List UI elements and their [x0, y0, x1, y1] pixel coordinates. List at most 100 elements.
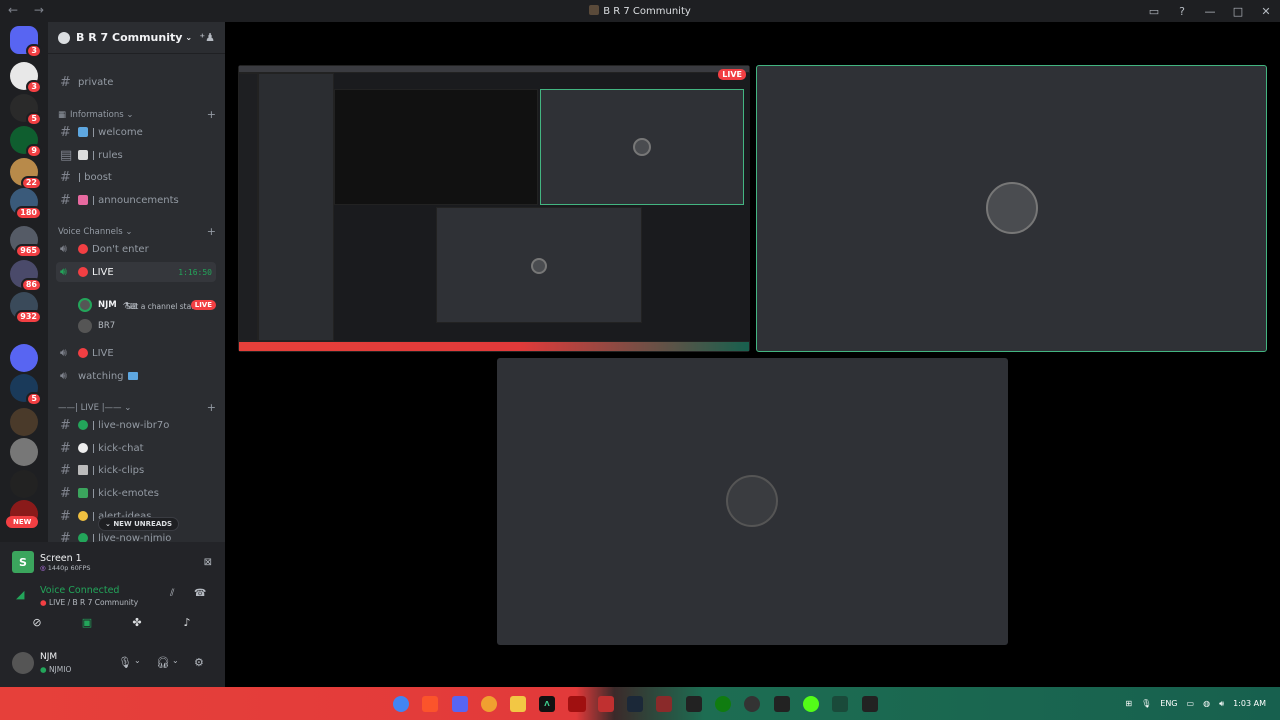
voicemeeter-icon[interactable] [568, 696, 586, 712]
steam-icon[interactable] [627, 696, 643, 712]
screen-share-button[interactable]: ▣ [75, 616, 99, 636]
server-icon-folder[interactable] [10, 344, 38, 372]
microphone-icon[interactable]: 🎙︎ [118, 656, 132, 669]
add-channel-icon[interactable]: + [207, 108, 216, 121]
mention-badge: 3 [26, 44, 42, 58]
channel-welcome[interactable]: # ǀ welcome [56, 122, 216, 142]
mention-badge: 5 [26, 112, 42, 126]
server-icon-discord-home[interactable]: 3 [10, 26, 42, 58]
server-icon-server-5[interactable]: 180 [10, 188, 42, 220]
guild-header[interactable]: B R 7 Community ⌄ ⁺♟ [48, 22, 225, 54]
server-icon-server-6[interactable]: 965 [10, 226, 42, 258]
network-icon[interactable]: ◍ [1203, 699, 1210, 708]
title-bar: ← → B R 7 Community ▭ ? — □ ✕ [0, 0, 1280, 22]
user-panel: NJM ● NJMIO 🎙︎ ⌄ 🎧︎ ⌄ ⚙ [10, 650, 215, 678]
kick-icon[interactable] [803, 696, 819, 712]
category-informations[interactable]: ▦ Informations ⌄ + [58, 108, 216, 121]
folder-icon[interactable] [510, 696, 526, 712]
brave-icon[interactable] [422, 696, 438, 712]
channel-announcements[interactable]: # ǀ announcements [56, 190, 216, 210]
channel-kick-emotes[interactable]: # ǀ kick-emotes [56, 483, 216, 503]
app-icon[interactable] [656, 696, 672, 712]
headphones-icon[interactable]: 🎧︎ [156, 656, 170, 669]
activities-icon[interactable]: ✤ [125, 616, 149, 636]
new-unreads-pill[interactable]: ⌄ NEW UNREADS [98, 517, 180, 531]
disconnect-icon[interactable]: ☎ [194, 588, 206, 599]
new-pill[interactable]: NEW [6, 516, 39, 528]
category-live[interactable]: ——| LIVE |—— ⌄ + [58, 401, 216, 414]
avatar [78, 298, 92, 312]
green-circle-icon [78, 420, 88, 430]
app-icon[interactable]: Λ [539, 696, 555, 712]
channel-kick-chat[interactable]: # ǀ kick-chat [56, 438, 216, 458]
stream-tile-participant-2[interactable] [497, 358, 1008, 645]
noise-suppression-icon[interactable]: ⫽ [170, 588, 174, 599]
server-icon-server-11[interactable] [10, 438, 38, 466]
avatar[interactable] [12, 652, 34, 674]
obs-icon[interactable] [744, 696, 760, 712]
grid-icon[interactable]: ⊞ [1125, 699, 1132, 708]
channel-boost[interactable]: # ǀ boost [56, 167, 216, 187]
volume-icon[interactable]: 🔊︎ [1219, 699, 1224, 709]
server-icon-server-4[interactable]: 22 [10, 158, 42, 190]
stream-tile-participant[interactable] [756, 65, 1267, 352]
camera-icon [78, 465, 88, 475]
nested-taskbar [238, 341, 750, 352]
discord-icon[interactable] [452, 696, 468, 712]
chevron-down-icon[interactable]: ⌄ [172, 656, 179, 665]
minimize-button[interactable]: — [1196, 0, 1224, 22]
speech-bubble-icon [78, 443, 88, 453]
app-icon[interactable] [774, 696, 790, 712]
server-icon-server-lsh[interactable]: 3 [10, 62, 42, 94]
voice-user-br7[interactable]: BR7 [78, 316, 216, 336]
voice-watching[interactable]: 🔊︎ watching [56, 366, 216, 386]
settings-gear-icon[interactable]: ⚙ [194, 656, 204, 669]
server-icon-server-v[interactable]: 5 [10, 374, 42, 406]
live-badge: LIVE [718, 69, 746, 80]
stop-stream-button[interactable]: ⊠ [204, 557, 212, 568]
voice-live-2[interactable]: 🔊︎ LIVE [56, 343, 216, 363]
chevron-down-icon[interactable]: ⌄ [134, 656, 141, 665]
language-indicator[interactable]: ENG [1160, 699, 1177, 708]
add-channel-icon[interactable]: + [207, 401, 216, 414]
server-icon-server-8[interactable]: 932 [10, 292, 42, 324]
category-voice[interactable]: Voice Channels ⌄ + [58, 225, 216, 238]
app-icon[interactable] [832, 696, 848, 712]
mention-badge: 5 [26, 392, 42, 406]
app-icon[interactable] [862, 696, 878, 712]
camera-off-icon[interactable]: ⊘ [25, 616, 49, 636]
xbox-icon[interactable] [715, 696, 731, 712]
channel-live-now[interactable]: # ǀ live-now-ibr7o [56, 415, 216, 435]
chrome-icon[interactable] [393, 696, 409, 712]
inbox-icon[interactable]: ▭ [1140, 0, 1168, 22]
close-button[interactable]: ✕ [1252, 0, 1280, 22]
nested-title-bar [238, 65, 750, 73]
hash-icon: # [60, 192, 71, 208]
server-icon-server-oan[interactable]: 5 [10, 94, 42, 126]
voice-live[interactable]: 🔊︎ LIVE 1:16:50 [56, 262, 216, 282]
server-icon-server-fc[interactable]: 9 [10, 126, 42, 158]
hash-icon: # [60, 74, 71, 90]
display-icon[interactable]: ▭ [1187, 699, 1195, 708]
epic-games-icon[interactable] [686, 696, 702, 712]
server-icon-server-br7[interactable] [10, 408, 38, 436]
maximize-button[interactable]: □ [1224, 0, 1252, 22]
mic-icon[interactable]: 🎙︎ [1141, 699, 1151, 708]
voice-dont-enter[interactable]: 🔊︎ Don't enter [56, 239, 216, 259]
avatar [633, 138, 651, 156]
invite-icon[interactable]: ⁺♟ [199, 31, 215, 44]
server-icon-server-12[interactable] [10, 470, 38, 498]
clock[interactable]: 1:03 AM [1233, 699, 1266, 708]
stream-tile-screen[interactable]: LIVE [238, 65, 750, 352]
channel-private[interactable]: # private [56, 72, 216, 92]
channel-rules[interactable]: ▤ ǀ rules [56, 145, 216, 165]
server-icon-server-7[interactable]: 86 [10, 260, 42, 292]
soundboard-icon[interactable]: ♪ [175, 616, 199, 636]
help-icon[interactable]: ? [1168, 0, 1196, 22]
app-icon[interactable] [598, 696, 614, 712]
app-icon[interactable] [481, 696, 497, 712]
voice-user-njm[interactable]: NJM ⚗▥ LIVE [78, 295, 216, 315]
channel-kick-clips[interactable]: # ǀ kick-clips [56, 460, 216, 480]
voice-connection: ◢ Voice Connected ● LIVE / B R 7 Communi… [16, 585, 207, 607]
add-channel-icon[interactable]: + [207, 225, 216, 238]
